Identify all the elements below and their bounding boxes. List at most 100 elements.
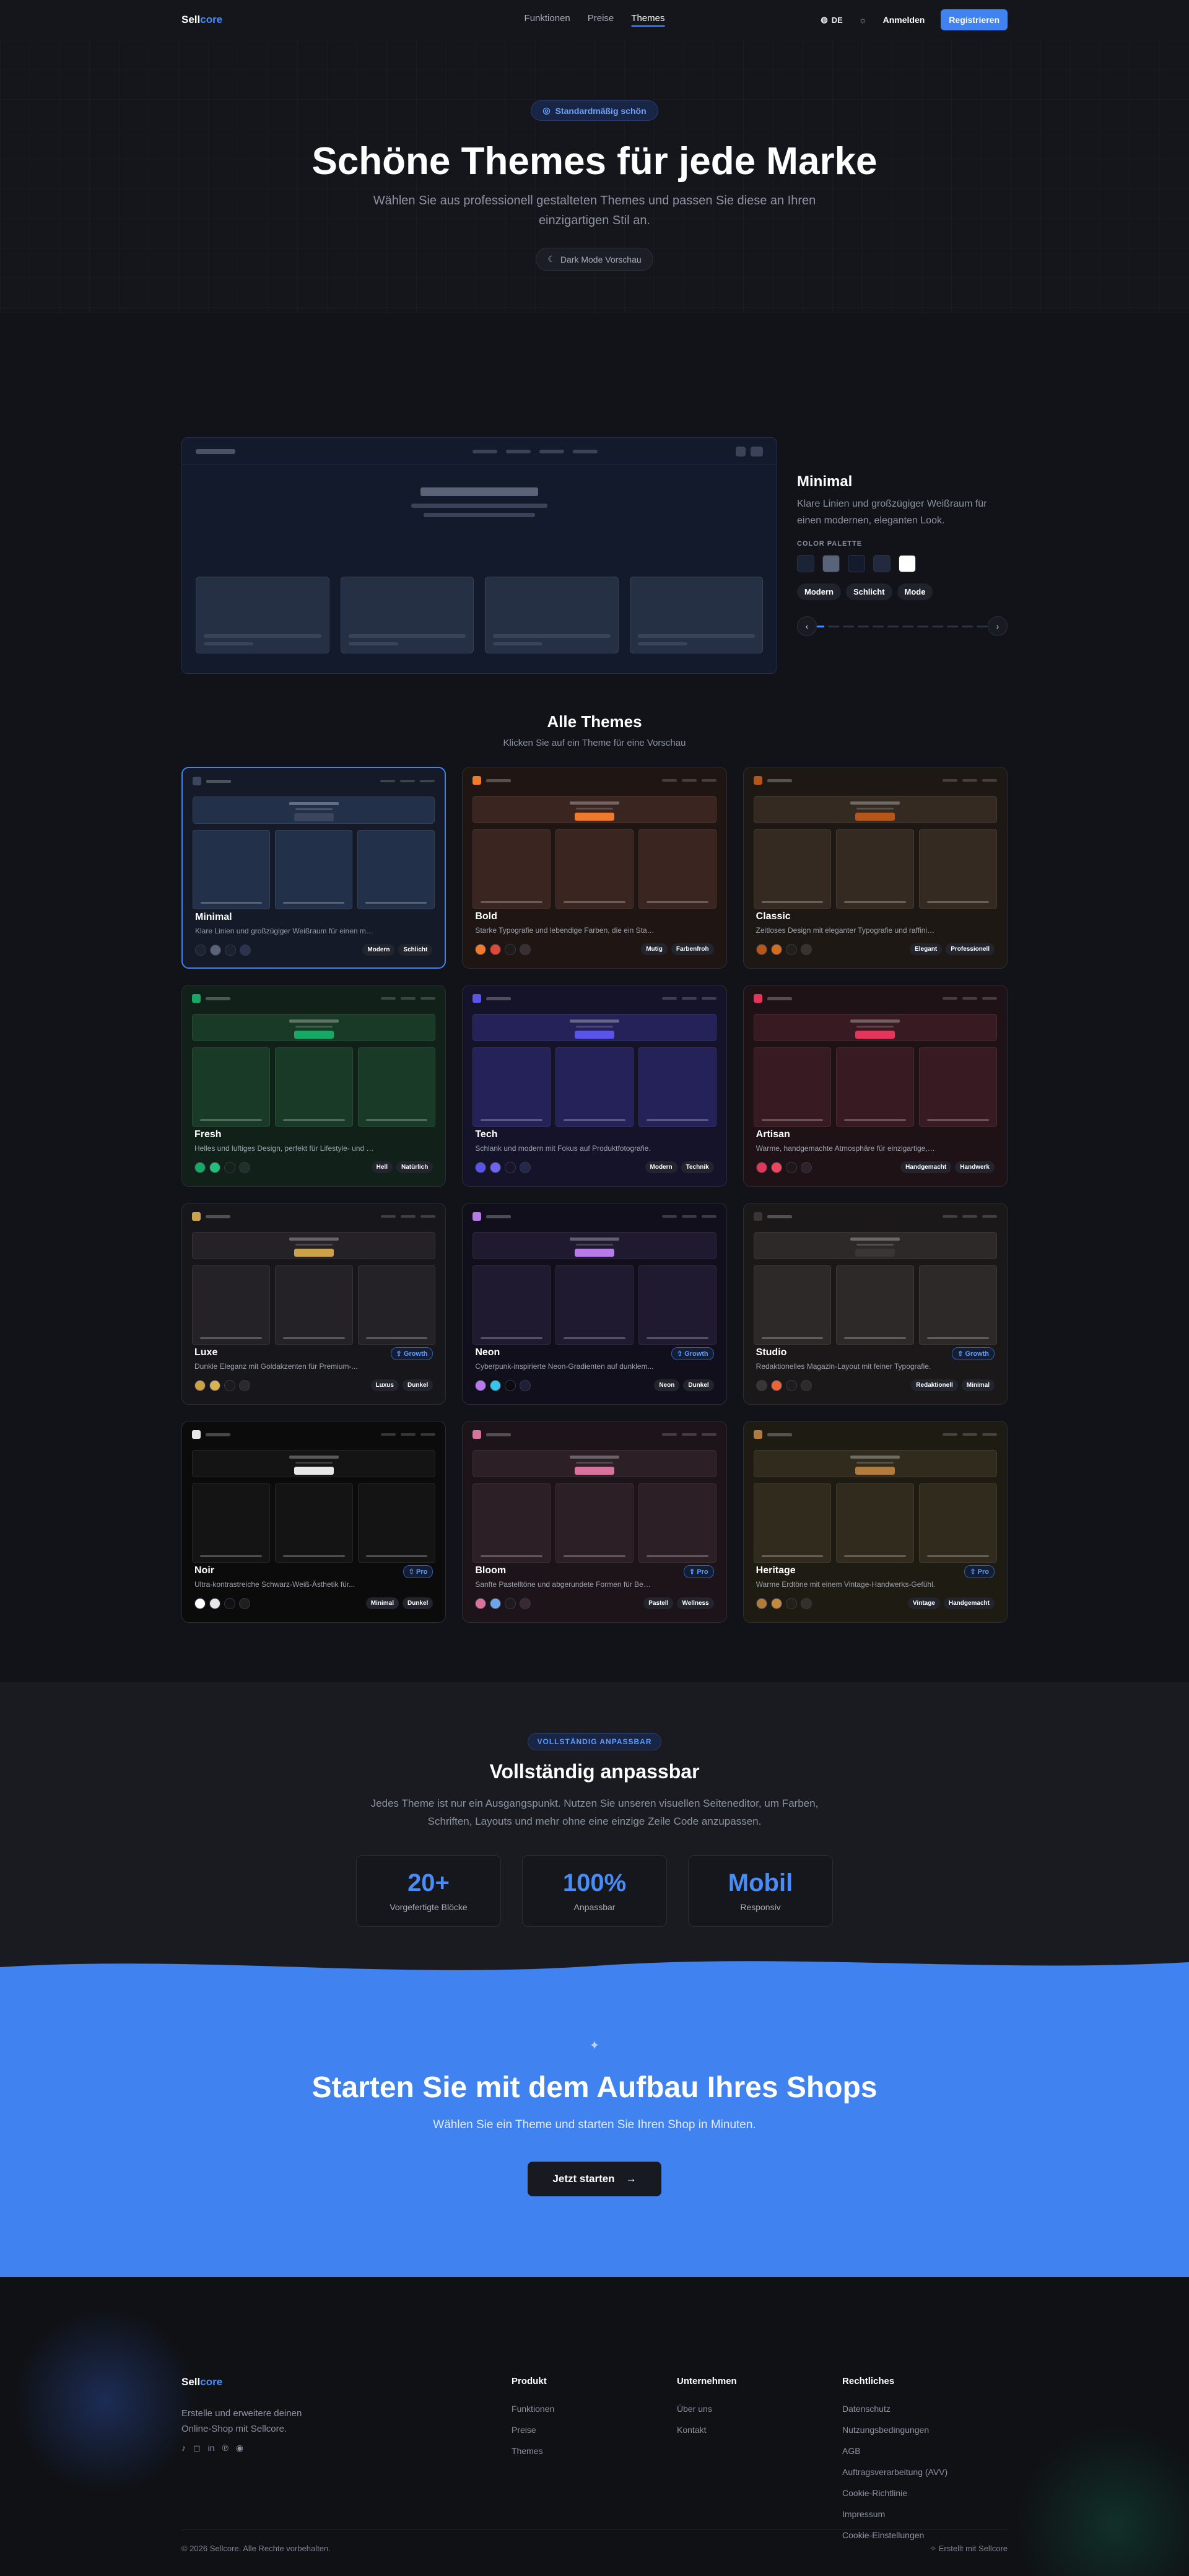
language-label: DE	[831, 15, 843, 25]
all-themes-subtitle: Klicken Sie auf ein Theme für eine Vorsc…	[503, 738, 686, 748]
footer-link[interactable]: Themes	[512, 2446, 677, 2456]
pager-dot[interactable]	[947, 625, 958, 627]
theme-tag: Handwerk	[955, 1161, 995, 1173]
theme-toggle-icon[interactable]: ☼	[859, 15, 867, 25]
stat-card: 100% Anpassbar	[522, 1855, 667, 1927]
palette-swatch	[899, 555, 916, 572]
theme-description: Schlank und modern mit Fokus auf Produkt…	[475, 1144, 651, 1153]
pager-dot[interactable]	[962, 625, 973, 627]
theme-description: Cyberpunk-inspirierte Neon-Gradienten au…	[475, 1362, 654, 1371]
pager-dot[interactable]	[817, 625, 824, 627]
logo-accent: core	[200, 2376, 223, 2388]
theme-color-dot	[475, 1379, 487, 1391]
theme-card[interactable]: Minimal Klare Linien und großzügiger Wei…	[181, 767, 446, 969]
pager-dot[interactable]	[858, 625, 869, 627]
theme-card[interactable]: Fresh Helles und luftiges Design, perfek…	[181, 985, 446, 1187]
register-button[interactable]: Registrieren	[941, 9, 1008, 30]
prev-arrow-icon[interactable]: ‹	[797, 616, 817, 636]
logo[interactable]: Sellcore	[181, 14, 222, 26]
theme-card[interactable]: Noir ⇧ Pro Ultra-kontrastreiche Schwarz-…	[181, 1421, 446, 1623]
footer-link[interactable]: AGB	[842, 2446, 1008, 2456]
footer-link[interactable]: Nutzungsbedingungen	[842, 2425, 1008, 2435]
instagram-icon[interactable]: ◻	[193, 2443, 201, 2453]
login-button[interactable]: Anmelden	[883, 15, 925, 25]
theme-color-dot	[194, 1597, 206, 1609]
theme-color-dot	[785, 1597, 797, 1609]
nav-link-pricing[interactable]: Preise	[588, 13, 614, 27]
pager-dot[interactable]	[843, 625, 854, 627]
logo-accent: core	[200, 14, 223, 25]
theme-tag: Professionell	[946, 943, 995, 955]
footer-link[interactable]: Kontakt	[677, 2425, 842, 2435]
hero-title: Schöne Themes für jede Marke	[311, 140, 878, 183]
sparkle-icon: ✦	[589, 2039, 600, 2053]
theme-description: Klare Linien und großzügiger Weißraum fü…	[195, 927, 375, 935]
plan-badge-label: Pro	[697, 1568, 708, 1576]
theme-name: Noir	[194, 1565, 214, 1576]
footer-link[interactable]: Funktionen	[512, 2404, 677, 2414]
theme-color-dot	[224, 1379, 235, 1391]
linkedin-icon[interactable]: in	[208, 2443, 215, 2453]
footer-link[interactable]: Cookie-Richtlinie	[842, 2488, 1008, 2498]
palette-swatch	[822, 555, 840, 572]
theme-color-dot	[195, 944, 206, 956]
theme-card[interactable]: Classic Zeitloses Design mit eleganter T…	[743, 767, 1008, 969]
moon-icon: ☾	[547, 254, 555, 264]
theme-tag: Mutig	[641, 943, 668, 955]
footer-logo[interactable]: Sellcore	[181, 2376, 512, 2388]
start-now-button[interactable]: Jetzt starten →	[528, 2162, 661, 2196]
footer-link[interactable]: Impressum	[842, 2509, 1008, 2519]
tiktok-icon[interactable]: ♪	[181, 2443, 186, 2453]
theme-card[interactable]: Neon ⇧ Growth Cyberpunk-inspirierte Neon…	[462, 1203, 727, 1405]
pager-dot[interactable]	[828, 625, 839, 627]
preview-tile	[485, 577, 619, 653]
preview-details: Minimal Klare Linien und großzügiger Wei…	[797, 437, 1008, 674]
pager-dot[interactable]	[917, 625, 928, 627]
footer-link[interactable]: Datenschutz	[842, 2404, 1008, 2414]
pager-dot[interactable]	[873, 625, 884, 627]
language-switch[interactable]: ◍ DE	[821, 15, 842, 25]
pager-dot[interactable]	[977, 625, 988, 627]
theme-card[interactable]: Studio ⇧ Growth Redaktionelles Magazin-L…	[743, 1203, 1008, 1405]
theme-card[interactable]: Luxe ⇧ Growth Dunkle Eleganz mit Goldakz…	[181, 1203, 446, 1405]
theme-color-dot	[475, 1161, 487, 1173]
footer-link[interactable]: Über uns	[677, 2404, 842, 2414]
footer-col-title: Produkt	[512, 2376, 547, 2386]
pager-dot[interactable]	[887, 625, 899, 627]
theme-color-dot	[209, 1161, 220, 1173]
pager-dot[interactable]	[932, 625, 943, 627]
nav-link-themes[interactable]: Themes	[631, 13, 665, 27]
nav-link-features[interactable]: Funktionen	[525, 13, 570, 27]
pinterest-icon[interactable]: ℗	[222, 2443, 229, 2453]
theme-tag: Redaktionell	[911, 1379, 958, 1391]
theme-card[interactable]: Heritage ⇧ Pro Warme Erdtöne mit einem V…	[743, 1421, 1008, 1623]
theme-name: Fresh	[194, 1129, 222, 1140]
github-icon[interactable]: ◉	[236, 2443, 243, 2453]
theme-description: Sanfte Pastelltöne und abgerundete Forme…	[475, 1580, 655, 1589]
next-arrow-icon[interactable]: ›	[988, 616, 1008, 636]
theme-color-dot	[770, 943, 782, 955]
top-nav: Sellcore Funktionen Preise Themes ◍ DE ☼ …	[0, 0, 1189, 40]
theme-tag: Natürlich	[396, 1161, 433, 1173]
stat-card: Mobil Responsiv	[688, 1855, 833, 1927]
theme-card[interactable]: Artisan Warme, handgemachte Atmosphäre f…	[743, 985, 1008, 1187]
dark-mode-preview-button[interactable]: ☾ Dark Mode Vorschau	[536, 248, 653, 271]
preview-tag: Modern	[797, 583, 841, 600]
theme-card[interactable]: Tech Schlank und modern mit Fokus auf Pr…	[462, 985, 727, 1187]
footer-link[interactable]: Auftragsverarbeitung (AVV)	[842, 2467, 1008, 2477]
theme-name: Minimal	[195, 912, 232, 922]
theme-description: Ultra-kontrastreiche Schwarz-Weiß-Ästhet…	[194, 1580, 355, 1589]
theme-color-dot	[194, 1379, 206, 1391]
theme-color-dot	[800, 943, 812, 955]
theme-name: Artisan	[756, 1129, 790, 1140]
theme-color-dot	[209, 1379, 220, 1391]
footer-col-company: Unternehmen Über uns Kontakt	[677, 2376, 842, 2540]
theme-card[interactable]: Bloom ⇧ Pro Sanfte Pastelltöne und abger…	[462, 1421, 727, 1623]
pager-dot[interactable]	[902, 625, 913, 627]
footer-link[interactable]: Preise	[512, 2425, 677, 2435]
theme-color-dot	[210, 944, 221, 956]
dark-mode-label: Dark Mode Vorschau	[560, 254, 642, 264]
theme-tag: Dunkel	[683, 1379, 714, 1391]
theme-color-dot	[756, 943, 767, 955]
theme-card[interactable]: Bold Starke Typografie und lebendige Far…	[462, 767, 727, 969]
